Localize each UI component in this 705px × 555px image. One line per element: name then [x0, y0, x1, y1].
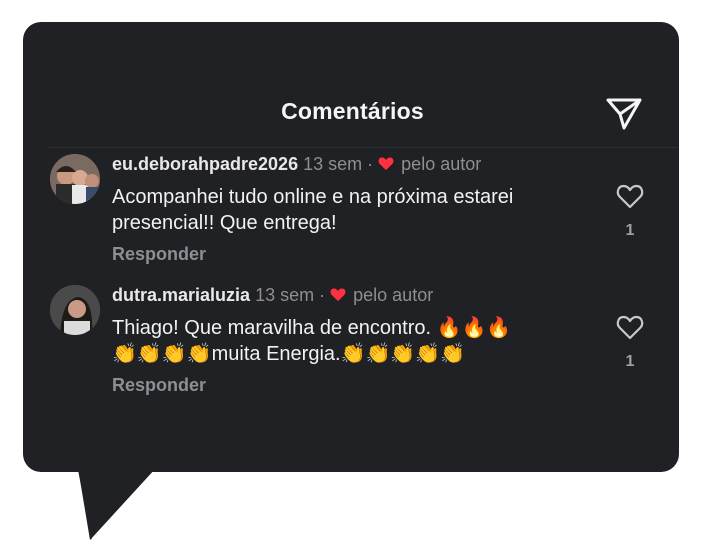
separator: ·	[367, 154, 374, 174]
heart-icon[interactable]	[616, 314, 644, 340]
like-count: 1	[625, 222, 635, 239]
comment-meta: dutra.marialuzia 13 sem · pelo autor	[112, 285, 433, 306]
timestamp: 13 sem	[255, 285, 315, 305]
reply-button[interactable]: Responder	[112, 375, 206, 396]
header-divider	[48, 147, 678, 148]
send-icon[interactable]	[604, 94, 644, 134]
avatar[interactable]	[50, 285, 100, 335]
author-heart-icon	[330, 288, 346, 302]
heart-icon[interactable]	[616, 183, 644, 209]
separator: ·	[319, 285, 326, 305]
page-title: Comentários	[281, 98, 424, 124]
liked-by-author-label: pelo autor	[353, 285, 434, 305]
comment-text-line: 👏👏👏👏muita Energia.👏👏👏👏👏	[112, 343, 466, 365]
comment-text: Acompanhei tudo online e na próxima esta…	[112, 186, 514, 234]
comment-text-line: Thiago! Que maravilha de encontro. 🔥🔥🔥	[112, 317, 512, 339]
comment-text: Thiago! Que maravilha de encontro. 🔥🔥🔥 👏…	[112, 315, 602, 367]
timestamp: 13 sem	[303, 154, 363, 174]
author-heart-icon	[378, 157, 394, 171]
username[interactable]: eu.deborahpadre2026	[112, 154, 298, 174]
avatar[interactable]	[50, 154, 100, 204]
reply-button[interactable]: Responder	[112, 244, 206, 265]
like-count: 1	[625, 353, 635, 370]
liked-by-author-label: pelo autor	[401, 154, 482, 174]
comment-meta: eu.deborahpadre2026 13 sem · pelo autor	[112, 154, 481, 175]
username[interactable]: dutra.marialuzia	[112, 285, 250, 305]
speech-tail-shape	[78, 468, 156, 540]
